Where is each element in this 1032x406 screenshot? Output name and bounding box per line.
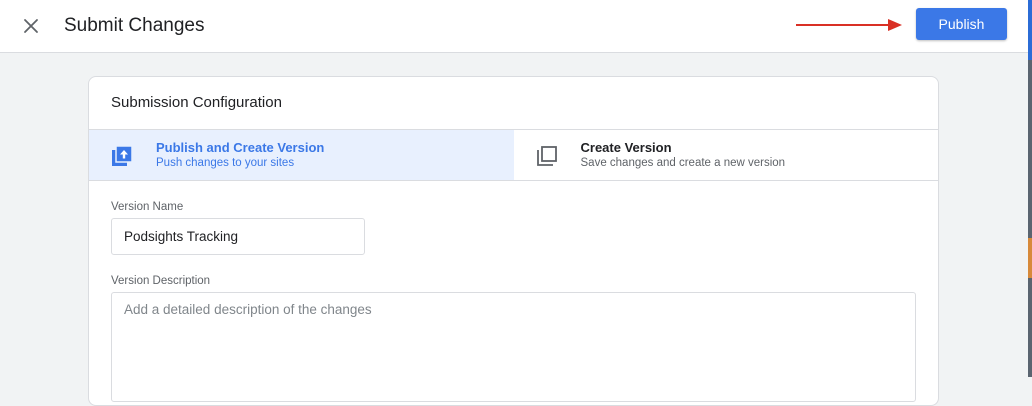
page-title: Submit Changes [64, 15, 205, 36]
publish-button[interactable]: Publish [916, 8, 1007, 40]
option-subtitle: Save changes and create a new version [580, 157, 786, 169]
option-create-version[interactable]: Create Version Save changes and create a… [514, 130, 939, 180]
option-title: Publish and Create Version [156, 140, 325, 155]
window-edge [1028, 0, 1032, 377]
option-publish-and-create-version[interactable]: Publish and Create Version Push changes … [89, 130, 514, 180]
submission-configuration-card: Submission Configuration Publish and Cre… [88, 76, 939, 406]
close-icon [24, 19, 38, 33]
top-bar: Submit Changes Publish [0, 0, 1032, 53]
version-description-label: Version Description [111, 275, 211, 287]
version-name-label: Version Name [111, 201, 184, 213]
option-subtitle: Push changes to your sites [156, 157, 295, 169]
version-name-input[interactable] [111, 218, 365, 255]
option-title: Create Version [580, 140, 672, 155]
annotation-arrow [796, 19, 902, 31]
card-title: Submission Configuration [111, 94, 282, 111]
publish-upload-icon [112, 145, 133, 166]
submission-type-options: Publish and Create Version Push changes … [89, 129, 938, 181]
version-description-input[interactable] [111, 292, 916, 402]
copy-version-icon [536, 146, 557, 166]
close-button[interactable] [18, 13, 44, 39]
